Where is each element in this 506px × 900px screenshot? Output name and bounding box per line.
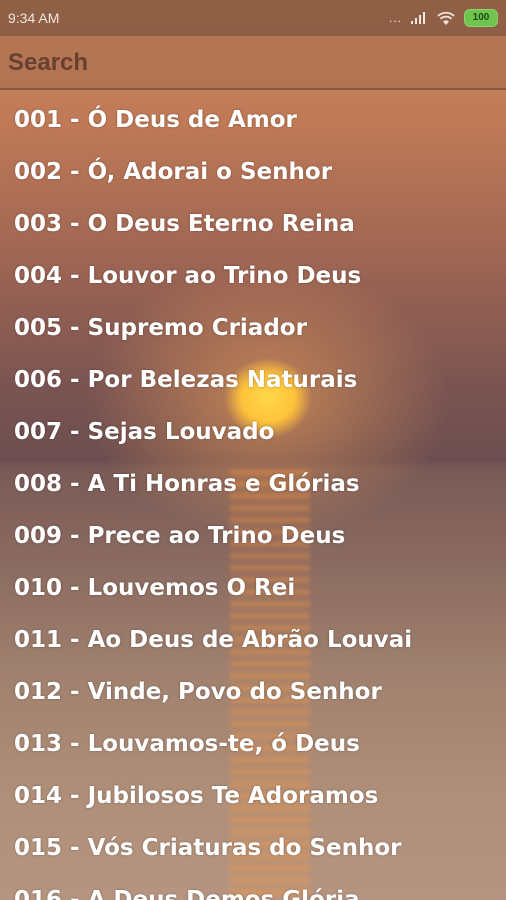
hymn-list-item[interactable]: 011 - Ao Deus de Abrão Louvai — [0, 614, 506, 666]
hymn-list-item[interactable]: 016 - A Deus Demos Glória — [0, 874, 506, 900]
search-input[interactable] — [6, 42, 500, 84]
hymn-list-item[interactable]: 010 - Louvemos O Rei — [0, 562, 506, 614]
hymn-list-item[interactable]: 007 - Sejas Louvado — [0, 406, 506, 458]
hymn-list-item[interactable]: 004 - Louvor ao Trino Deus — [0, 250, 506, 302]
hymn-list-item[interactable]: 012 - Vinde, Povo do Senhor — [0, 666, 506, 718]
hymn-list-item[interactable]: 001 - Ó Deus de Amor — [0, 94, 506, 146]
status-time: 9:34 AM — [8, 10, 60, 26]
hymn-list-item[interactable]: 005 - Supremo Criador — [0, 302, 506, 354]
app-screen: 9:34 AM ... 100 Search 001 - Ó Deus de A… — [0, 0, 506, 900]
hymn-list-item[interactable]: 009 - Prece ao Trino Deus — [0, 510, 506, 562]
search-bar — [0, 36, 506, 90]
hymn-list-item[interactable]: 015 - Vós Criaturas do Senhor — [0, 822, 506, 874]
status-bar: 9:34 AM ... 100 — [0, 0, 506, 36]
hymn-list-item[interactable]: 002 - Ó, Adorai o Senhor — [0, 146, 506, 198]
hymn-list-item[interactable]: 003 - O Deus Eterno Reina — [0, 198, 506, 250]
hymn-list: 001 - Ó Deus de Amor 002 - Ó, Adorai o S… — [0, 94, 506, 900]
status-icons: ... 100 — [389, 9, 498, 27]
wifi-icon — [436, 11, 456, 26]
hymn-list-item[interactable]: 013 - Louvamos-te, ó Deus — [0, 718, 506, 770]
signal-icon — [410, 11, 428, 25]
hymn-list-item[interactable]: 014 - Jubilosos Te Adoramos — [0, 770, 506, 822]
hymn-list-item[interactable]: 006 - Por Belezas Naturais — [0, 354, 506, 406]
hymn-list-item[interactable]: 008 - A Ti Honras e Glórias — [0, 458, 506, 510]
battery-icon: 100 — [464, 9, 498, 27]
notification-dots-icon: ... — [388, 11, 402, 25]
